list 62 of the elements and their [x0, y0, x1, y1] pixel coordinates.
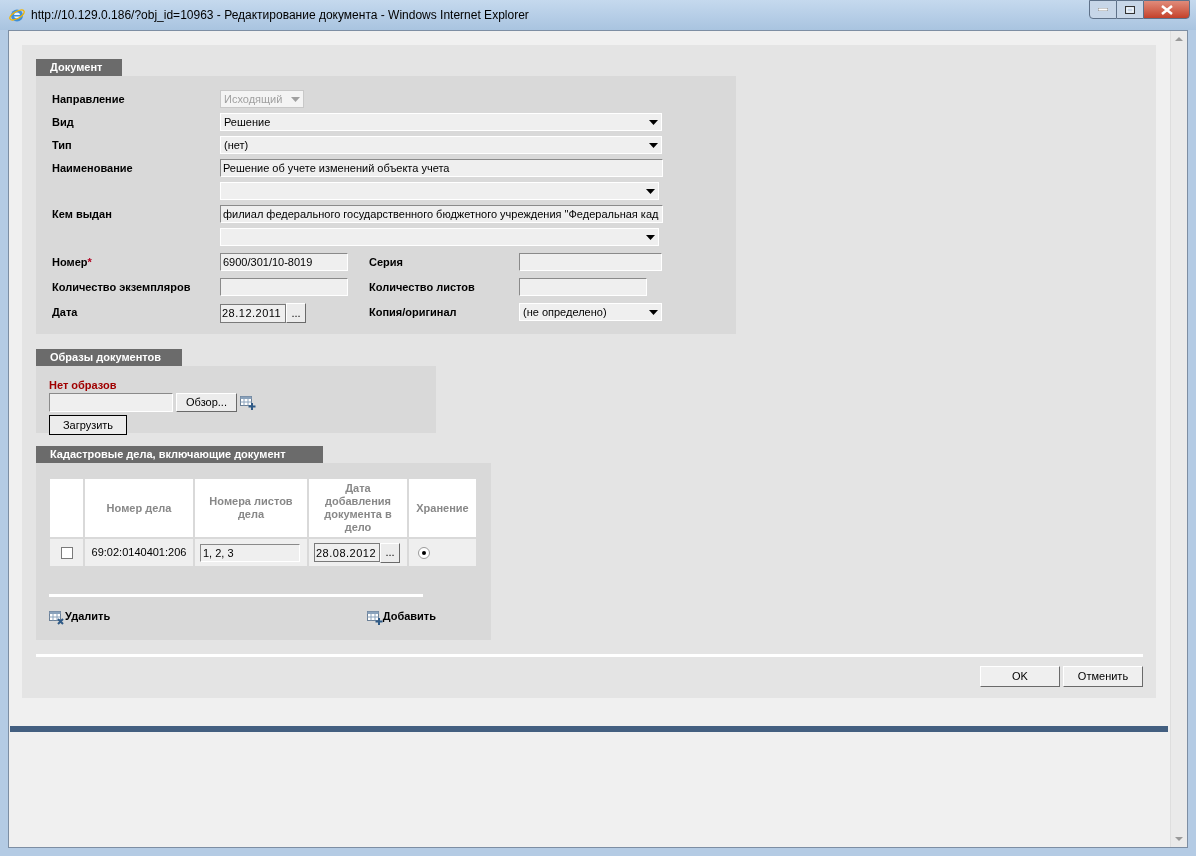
scroll-up-icon[interactable]	[1175, 37, 1183, 41]
text-field[interactable]: Решение об учете изменений объекта учета	[220, 159, 663, 177]
caret-icon	[646, 188, 655, 194]
field-label: Номер*	[52, 255, 93, 270]
add-row-icon[interactable]	[240, 395, 256, 410]
field-label: Вид	[52, 115, 75, 130]
field-label: Направление	[52, 92, 126, 107]
section-header: Документ	[36, 59, 122, 76]
text-field[interactable]	[519, 253, 662, 271]
text-field[interactable]: 6900/301/10-8019	[220, 253, 348, 271]
field-label: Серия	[369, 255, 404, 270]
browse-button[interactable]: Обзор...	[176, 393, 237, 412]
table-cell: 69:02:0140401:206	[85, 539, 193, 566]
close-button[interactable]	[1143, 0, 1190, 19]
caret-icon	[649, 309, 658, 315]
dropdown[interactable]: Решение	[220, 113, 662, 131]
caret-icon	[649, 142, 658, 148]
field-label: Копия/оригинал	[369, 305, 458, 320]
section-header: Кадастровые дела, включающие документ	[36, 446, 323, 463]
column-header: Номер дела	[85, 479, 193, 537]
storage-radio[interactable]	[418, 547, 430, 560]
scrollbar[interactable]	[1170, 31, 1187, 847]
dropdown[interactable]: (не определено)	[519, 303, 662, 321]
upload-button[interactable]: Загрузить	[49, 415, 127, 436]
date-picker-button[interactable]: ...	[286, 303, 306, 323]
field-label: Кем выдан	[52, 207, 113, 222]
delete-row-icon[interactable]	[49, 610, 65, 625]
add-row-icon[interactable]	[366, 610, 383, 625]
field-label: Количество листов	[369, 280, 476, 295]
field-label: Количество экземпляров	[52, 280, 192, 295]
field-label: Тип	[52, 138, 73, 153]
dropdown[interactable]: (нет)	[220, 136, 662, 154]
column-header: Номера листов дела	[195, 479, 307, 537]
file-path-field[interactable]	[49, 393, 173, 412]
section-header: Образы документов	[36, 349, 182, 366]
add-button[interactable]: Добавить	[366, 608, 436, 625]
text-field[interactable]: филиал федерального государственного бюджетного учреждения "Федеральная кад	[220, 205, 663, 223]
scroll-down-icon[interactable]	[1175, 837, 1183, 841]
field-label: Дата	[52, 305, 79, 320]
field-label: Наименование	[52, 161, 134, 176]
date-picker-button[interactable]: ...	[380, 542, 400, 563]
text-field[interactable]	[220, 278, 348, 296]
dialog-button[interactable]: Отменить	[1063, 666, 1143, 687]
column-header: Хранение	[409, 479, 476, 537]
row-checkbox[interactable]	[60, 547, 73, 560]
caret-icon	[646, 234, 655, 240]
date-field[interactable]: 28.08.2012	[314, 543, 380, 562]
maximize-button[interactable]	[1117, 0, 1143, 19]
caret-icon	[649, 119, 658, 125]
delete-button[interactable]: Удалить	[49, 608, 111, 625]
column-header: Дата добавления документа в дело	[309, 479, 407, 537]
sheets-field[interactable]: 1, 2, 3	[200, 543, 300, 562]
dialog-button[interactable]: OK	[980, 666, 1060, 687]
close-icon	[1160, 4, 1173, 15]
caret-icon	[291, 96, 300, 102]
text-field[interactable]	[519, 278, 647, 296]
maximize-icon	[1125, 5, 1135, 14]
browser-logo-icon	[9, 7, 25, 23]
date-field[interactable]: 28.12.2011	[220, 303, 286, 323]
empty-images-message: Нет образов	[49, 378, 118, 392]
minimize-icon	[1098, 8, 1108, 11]
window-title: http://10.129.0.186/?obj_id=10963 - Редактирование документа - Windows Internet Explorer	[31, 7, 529, 24]
